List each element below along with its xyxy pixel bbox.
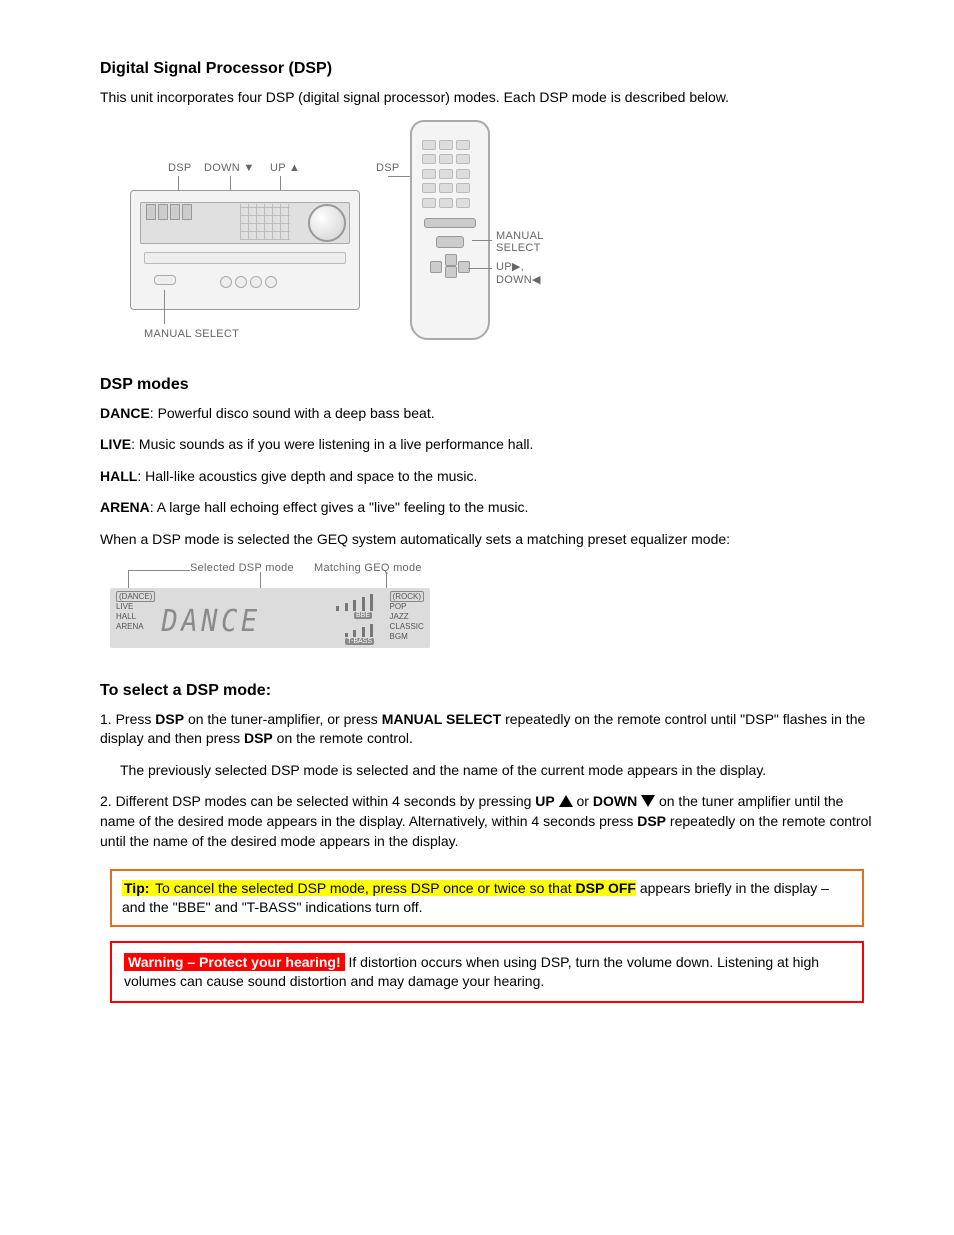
list-item: (ROCK)	[390, 591, 424, 602]
warning-label: Warning – Protect your hearing!	[124, 953, 345, 971]
geq-list: (ROCK) POP JAZZ CLASSIC BGM	[390, 592, 424, 642]
tip-label: Tip:	[122, 880, 151, 896]
label-updown-right: UP▶, DOWN◀	[496, 260, 541, 286]
leader-line	[472, 240, 492, 241]
label-manual-select-bottom: MANUAL SELECT	[144, 328, 239, 340]
mode-name: ARENA	[100, 499, 150, 515]
label-down: DOWN ▼	[204, 162, 255, 174]
dsp-off: DSP OFF	[576, 880, 636, 896]
tip-box: Tip: To cancel the selected DSP mode, pr…	[110, 869, 864, 927]
mode-name: LIVE	[100, 436, 131, 452]
text: on the tuner-amplifier, or press	[188, 711, 382, 727]
dsp-modes-heading: DSP modes	[100, 376, 874, 394]
tip-line1: To cancel the selected DSP mode, press D…	[151, 880, 575, 896]
step-1-note: The previously selected DSP mode is sele…	[120, 761, 874, 781]
down-key: DOWN	[593, 793, 637, 809]
mode-name: DANCE	[100, 405, 150, 421]
text: or	[577, 793, 593, 809]
mode-desc: A large hall echoing effect gives a "liv…	[157, 499, 529, 515]
step-1: 1. Press DSP on the tuner-amplifier, or …	[100, 710, 874, 749]
label-up: UP ▲	[270, 162, 300, 174]
step-2: 2. Different DSP modes can be selected w…	[100, 792, 874, 851]
leader-line	[164, 290, 165, 324]
manual-select-key: MANUAL SELECT	[382, 711, 502, 727]
dsp-key: DSP	[244, 730, 273, 746]
label-dsp-right: DSP	[376, 162, 400, 174]
lcd-panel: (DANCE) LIVE HALL ARENA DANCE BBE T-BASS	[110, 588, 430, 648]
up-triangle-icon	[559, 795, 573, 807]
caption-selected-dsp: Selected DSP mode	[190, 562, 294, 574]
mode-desc: Music sounds as if you were listening in…	[139, 436, 534, 452]
leader-line	[468, 268, 492, 269]
section-intro: This unit incorporates four DSP (digital…	[100, 88, 874, 108]
dsp-mode-row: LIVE: Music sounds as if you were listen…	[100, 435, 874, 455]
list-item: BGM	[390, 632, 408, 641]
remote-illustration	[410, 120, 490, 340]
label-manual-select-right: MANUAL SELECT	[496, 230, 544, 254]
list-item: JAZZ	[390, 612, 409, 621]
list-item: ARENA	[116, 622, 144, 631]
down-triangle-icon	[641, 795, 655, 807]
select-mode-heading: To select a DSP mode:	[100, 682, 874, 700]
document-page: Digital Signal Processor (DSP) This unit…	[0, 0, 954, 1235]
leader-line	[128, 570, 190, 571]
text: 1. Press	[100, 711, 155, 727]
figure-display: Selected DSP mode Matching GEQ mode (DAN…	[110, 562, 450, 662]
text: on the remote control.	[277, 730, 413, 746]
caption-matching-geq: Matching GEQ mode	[314, 562, 422, 574]
up-key: UP	[535, 793, 554, 809]
label-dsp-left: DSP	[168, 162, 192, 174]
section-heading: Digital Signal Processor (DSP)	[100, 60, 874, 78]
dsp-geq-note: When a DSP mode is selected the GEQ syst…	[100, 530, 874, 550]
mode-desc: Powerful disco sound with a deep bass be…	[158, 405, 435, 421]
mode-name: HALL	[100, 468, 137, 484]
dsp-mode-row: DANCE: Powerful disco sound with a deep …	[100, 404, 874, 424]
dsp-key: DSP	[637, 813, 666, 829]
mode-desc: Hall-like acoustics give depth and space…	[145, 468, 477, 484]
dsp-mode-row: ARENA: A large hall echoing effect gives…	[100, 498, 874, 518]
list-item: POP	[390, 602, 407, 611]
text: 2. Different DSP modes can be selected w…	[100, 793, 535, 809]
figure-receiver-remote: DSP DOWN ▼ UP ▲ DSP MANUAL SELECT	[120, 120, 590, 360]
lcd-text: DANCE	[162, 604, 261, 639]
list-item: HALL	[116, 612, 136, 621]
dsp-list: (DANCE) LIVE HALL ARENA	[116, 592, 155, 632]
list-item: LIVE	[116, 602, 133, 611]
list-item: CLASSIC	[390, 622, 424, 631]
tbass-tag: T-BASS	[345, 638, 374, 645]
bbe-tag: BBE	[354, 612, 372, 619]
warning-box: Warning – Protect your hearing! If disto…	[110, 941, 864, 1003]
dsp-key: DSP	[155, 711, 184, 727]
list-item: (DANCE)	[116, 591, 155, 602]
dsp-mode-row: HALL: Hall-like acoustics give depth and…	[100, 467, 874, 487]
